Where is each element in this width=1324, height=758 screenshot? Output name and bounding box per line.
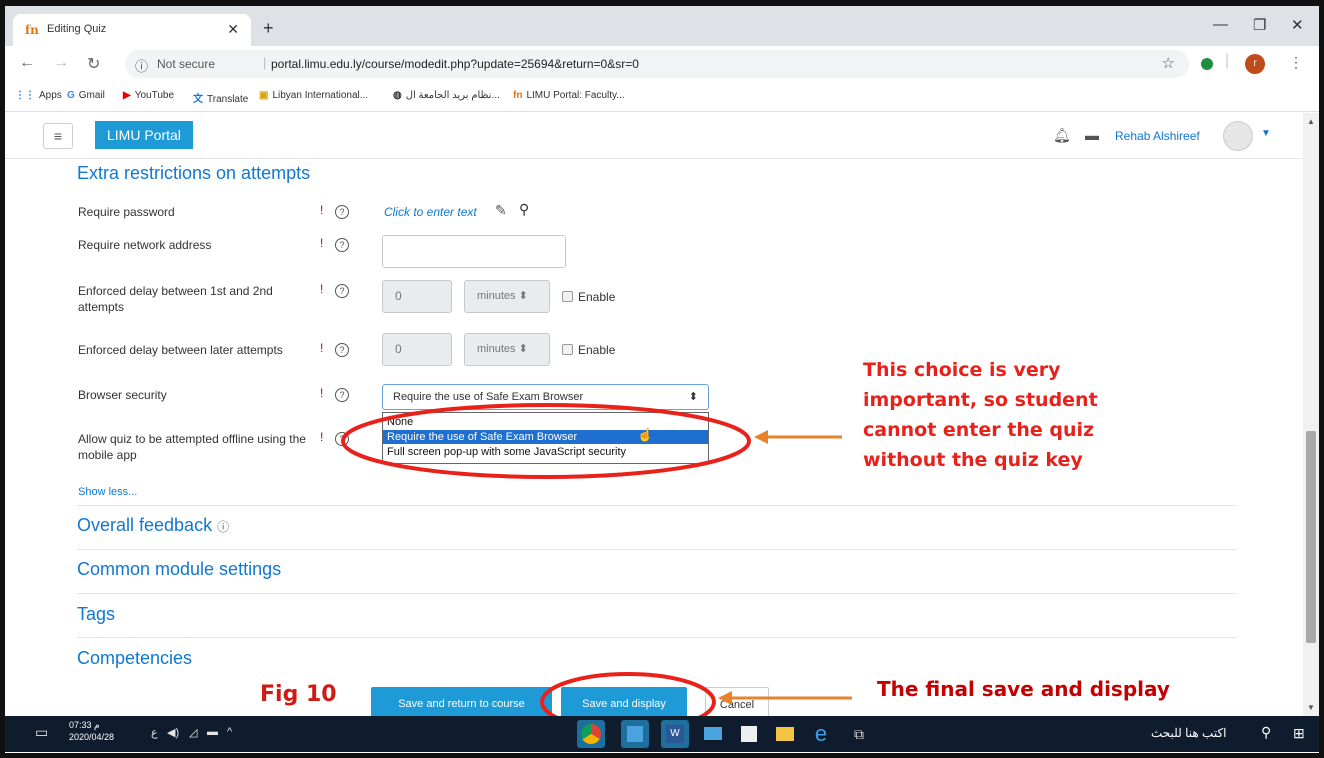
chrome-icon[interactable] <box>577 720 605 748</box>
taskbar-search[interactable]: اكتب هنا للبحث <box>1151 726 1227 740</box>
windows-taskbar: ▭ 07:33 م 2020/04/28 ع ◀) ◿ ▬ ^ W e ⧉ اك… <box>5 716 1319 752</box>
network-icon[interactable]: ◿ <box>189 726 197 739</box>
task-view-icon[interactable]: ⧉ <box>845 720 873 748</box>
volume-icon[interactable]: ◀) <box>167 726 179 739</box>
store-icon[interactable] <box>735 720 763 748</box>
chevron-up-icon[interactable]: ^ <box>227 726 232 738</box>
annotation-note: This choice is very important, so studen… <box>863 359 1098 471</box>
edge-icon[interactable]: e <box>807 720 835 748</box>
language-indicator[interactable]: ع <box>151 726 158 739</box>
final-note: The final save and display <box>877 677 1170 701</box>
notifications-icon[interactable]: ▭ <box>35 724 48 741</box>
file-explorer-icon[interactable] <box>771 720 799 748</box>
figure-label: Fig 10 <box>260 682 337 707</box>
photos-icon[interactable] <box>621 720 649 748</box>
search-icon[interactable]: ⚲ <box>1261 724 1271 741</box>
word-icon[interactable]: W <box>661 720 689 748</box>
highlight-ellipse <box>341 403 751 479</box>
battery-icon[interactable]: ▬ <box>207 726 218 738</box>
taskbar-clock[interactable]: 07:33 م 2020/04/28 <box>69 719 114 743</box>
windows-start-icon[interactable]: ⊞ <box>1293 725 1305 742</box>
arrow-head-icon <box>754 430 768 444</box>
mail-icon[interactable] <box>699 720 727 748</box>
arrow-head-icon <box>718 691 732 705</box>
